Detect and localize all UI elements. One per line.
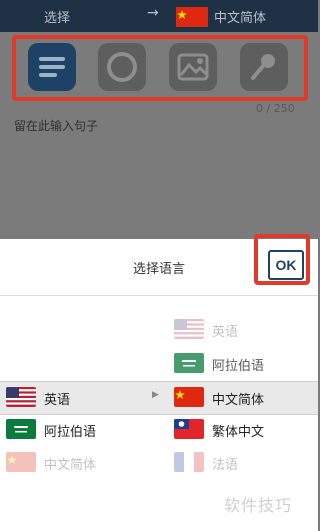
france-flag-icon xyxy=(174,452,204,472)
left-picker-item-chinese-simplified[interactable]: 中文简体 xyxy=(6,446,146,478)
china-flag-icon xyxy=(6,452,36,472)
arrow-right-icon: → xyxy=(147,5,159,21)
divider xyxy=(0,295,318,296)
language-label: 英语 xyxy=(212,325,239,340)
picker-arrow-icon: ▶ xyxy=(152,390,159,400)
ok-button-highlight xyxy=(254,234,310,285)
right-picker-item-english[interactable]: 英语 xyxy=(174,313,314,345)
language-label: 繁体中文 xyxy=(212,425,265,440)
watermark-text: 软件技巧 xyxy=(224,496,293,515)
china-flag-icon xyxy=(176,7,208,31)
language-label: 阿拉伯语 xyxy=(44,425,97,440)
language-label: 中文简体 xyxy=(212,393,265,408)
saudi-flag-icon xyxy=(6,419,36,439)
usa-flag-icon xyxy=(6,387,36,407)
right-picker-item-french[interactable]: 法语 xyxy=(174,446,314,478)
input-modes-highlight xyxy=(12,35,308,101)
saudi-flag-icon xyxy=(174,353,204,373)
target-language-button[interactable]: 中文简体 xyxy=(214,7,266,26)
sentence-input[interactable]: 留在此输入句子 xyxy=(14,117,98,134)
right-picker-item-arabic[interactable]: 阿拉伯语 xyxy=(174,347,314,379)
source-language-button[interactable]: 选择 xyxy=(44,7,70,26)
right-picker-item-chinese-simplified[interactable]: 中文简体 xyxy=(174,381,314,413)
language-label: 英语 xyxy=(44,393,71,408)
language-label: 中文简体 xyxy=(44,458,97,473)
language-label: 法语 xyxy=(212,458,239,473)
character-counter: 0 / 250 xyxy=(256,102,295,115)
usa-flag-icon xyxy=(174,319,204,339)
china-flag-icon xyxy=(174,387,204,407)
taiwan-flag-icon xyxy=(174,419,204,439)
left-picker-item-english[interactable]: 英语 xyxy=(6,381,146,413)
language-label: 阿拉伯语 xyxy=(212,359,265,374)
top-bar: 选择 → 中文简体 xyxy=(0,0,318,32)
left-picker-item-arabic[interactable]: 阿拉伯语 xyxy=(6,413,146,445)
right-picker-item-chinese-traditional[interactable]: 繁体中文 xyxy=(174,413,314,445)
